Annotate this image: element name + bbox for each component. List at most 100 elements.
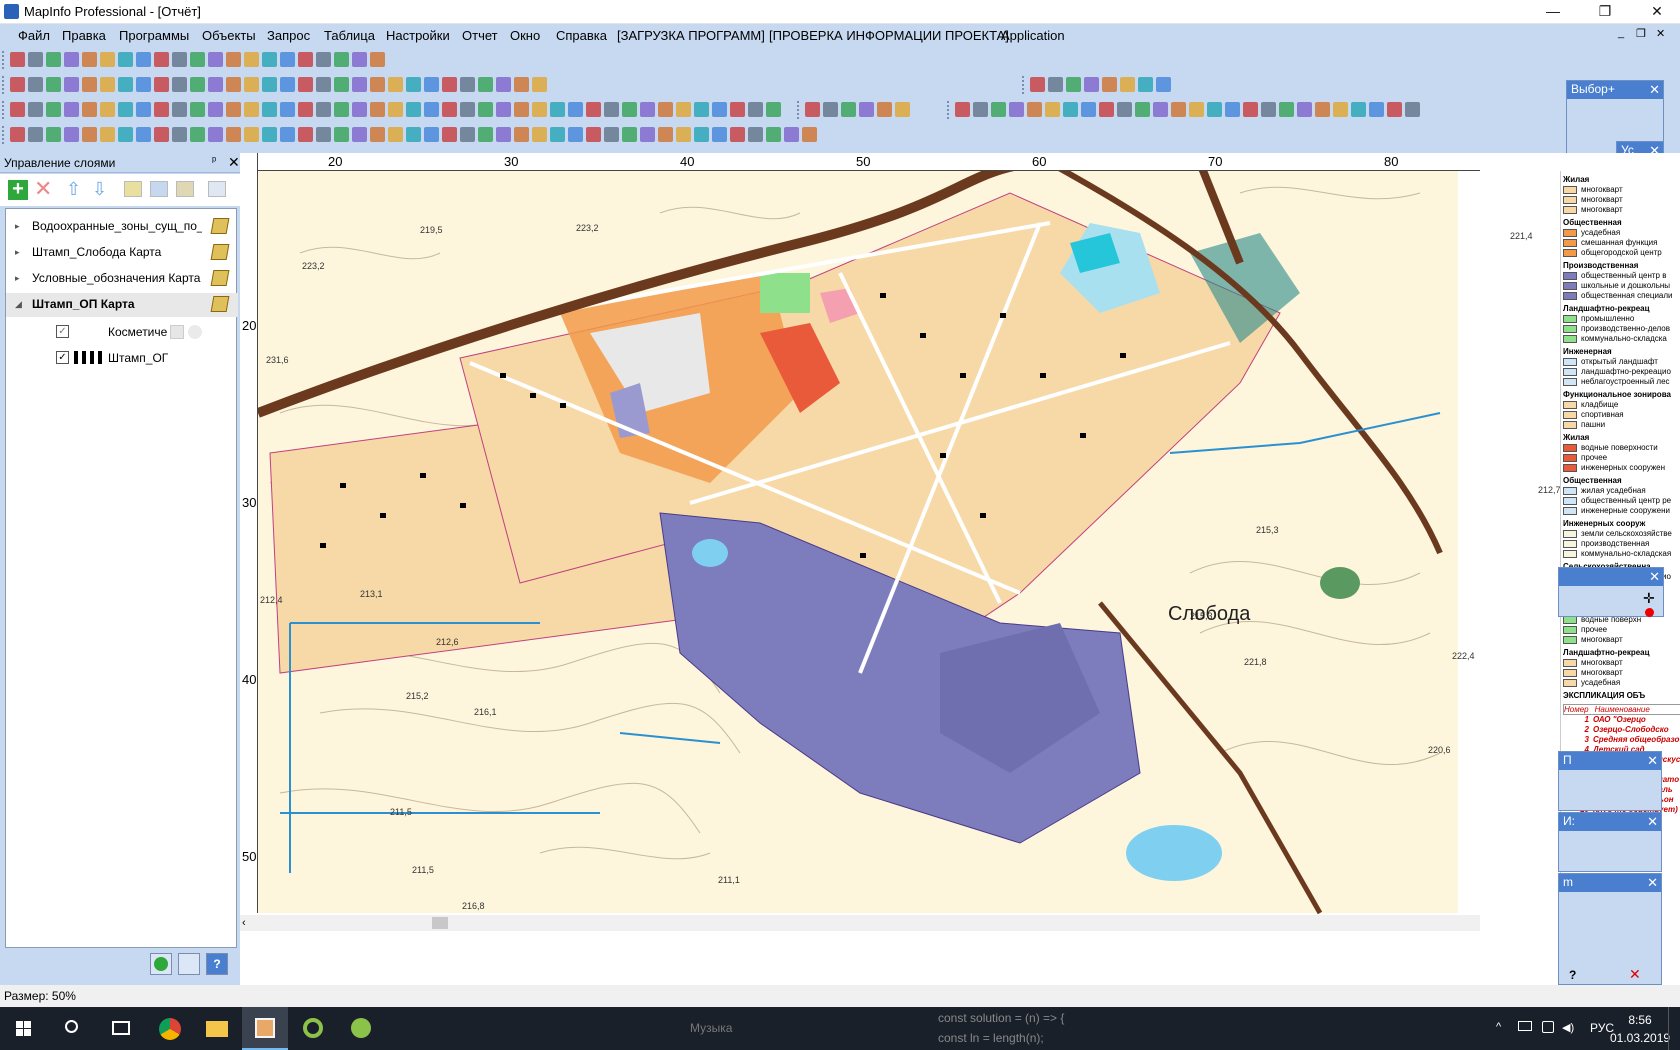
toolbar-tool-icon[interactable] bbox=[1027, 102, 1042, 117]
qgis-icon[interactable] bbox=[290, 1007, 336, 1050]
toolbar-tool-icon[interactable] bbox=[805, 102, 820, 117]
toolbar-tool-icon[interactable] bbox=[352, 127, 367, 142]
toolbar-tool-icon[interactable] bbox=[640, 127, 655, 142]
toolbar-tool-icon[interactable] bbox=[424, 102, 439, 117]
toolbar-tool-icon[interactable] bbox=[352, 77, 367, 92]
toolbar-tool-icon[interactable] bbox=[10, 52, 25, 67]
toolbar-tool-icon[interactable] bbox=[208, 127, 223, 142]
toolbar-tool-icon[interactable] bbox=[1063, 102, 1078, 117]
toolbar-tool-icon[interactable] bbox=[100, 77, 115, 92]
menu-programs[interactable]: Программы bbox=[119, 28, 189, 43]
mdi-close-button[interactable]: ✕ bbox=[1656, 27, 1665, 40]
toolbar-tool-icon[interactable] bbox=[46, 52, 61, 67]
toolbar-tool-icon[interactable] bbox=[46, 102, 61, 117]
toolbar-tool-icon[interactable] bbox=[406, 102, 421, 117]
toolbar-tool-icon[interactable] bbox=[352, 102, 367, 117]
mdi-restore-button[interactable]: ❐ bbox=[1636, 27, 1646, 40]
toolbar-tool-icon[interactable] bbox=[748, 127, 763, 142]
layer-edit-icon[interactable] bbox=[210, 218, 230, 234]
toolbar-tool-icon[interactable] bbox=[406, 77, 421, 92]
toolbar-tool-icon[interactable] bbox=[1171, 102, 1186, 117]
toolbar-tool-icon[interactable] bbox=[442, 102, 457, 117]
toolbar-tool-icon[interactable] bbox=[1084, 77, 1099, 92]
toolbar-tool-icon[interactable] bbox=[604, 102, 619, 117]
toolbar-tool-icon[interactable] bbox=[172, 77, 187, 92]
sublayer-edit-icon[interactable] bbox=[170, 325, 184, 339]
toolbar-tool-icon[interactable] bbox=[532, 102, 547, 117]
select-plus-close-icon[interactable]: ✕ bbox=[1649, 81, 1660, 98]
toolbar-tool-icon[interactable] bbox=[586, 127, 601, 142]
toolbar-grip[interactable] bbox=[2, 126, 6, 144]
toolbar-tool-icon[interactable] bbox=[1405, 102, 1420, 117]
toolbar-tool-icon[interactable] bbox=[28, 127, 43, 142]
toolbar-tool-icon[interactable] bbox=[1189, 102, 1204, 117]
toolbar-tool-icon[interactable] bbox=[244, 52, 259, 67]
toolbar-tool-icon[interactable] bbox=[10, 102, 25, 117]
toolbar-tool-icon[interactable] bbox=[1081, 102, 1096, 117]
toolbar-tool-icon[interactable] bbox=[1207, 102, 1222, 117]
toolbar-tool-icon[interactable] bbox=[118, 102, 133, 117]
expand-icon[interactable]: ▸ bbox=[15, 247, 20, 258]
layer-edit-icon[interactable] bbox=[210, 244, 230, 260]
toolbar-grip[interactable] bbox=[1022, 76, 1026, 94]
toolbar-tool-icon[interactable] bbox=[1135, 102, 1150, 117]
menu-check-project[interactable]: [ПРОВЕРКА ИНФОРМАЦИИ ПРОЕКТА] bbox=[769, 28, 1009, 43]
toolbar-tool-icon[interactable] bbox=[568, 102, 583, 117]
menu-query[interactable]: Запрос bbox=[267, 28, 310, 43]
expand-icon[interactable]: ▸ bbox=[15, 273, 20, 284]
toolbar-tool-icon[interactable] bbox=[136, 77, 151, 92]
toolbar-tool-icon[interactable] bbox=[1120, 77, 1135, 92]
menu-window[interactable]: Окно bbox=[510, 28, 540, 43]
toolbar-tool-icon[interactable] bbox=[118, 77, 133, 92]
toolbar-tool-icon[interactable] bbox=[802, 127, 817, 142]
toolbar-tool-icon[interactable] bbox=[604, 127, 619, 142]
mapinfo-taskbar-icon[interactable] bbox=[242, 1007, 288, 1050]
toolbar-tool-icon[interactable] bbox=[694, 102, 709, 117]
sublayer-item[interactable]: ✓ Косметиче bbox=[54, 321, 234, 343]
toolbar-tool-icon[interactable] bbox=[100, 52, 115, 67]
toolbar-tool-icon[interactable] bbox=[190, 127, 205, 142]
toolbar-grip[interactable] bbox=[797, 101, 801, 119]
layer-edit-icon[interactable] bbox=[210, 270, 230, 286]
toolbar-tool-icon[interactable] bbox=[1351, 102, 1366, 117]
toolbar-tool-icon[interactable] bbox=[208, 77, 223, 92]
toolbar-tool-icon[interactable] bbox=[568, 127, 583, 142]
toolbar-tool-icon[interactable] bbox=[1297, 102, 1312, 117]
toolbar-tool-icon[interactable] bbox=[154, 127, 169, 142]
toolbar-tool-icon[interactable] bbox=[730, 102, 745, 117]
help-button[interactable]: ? bbox=[206, 953, 228, 975]
toolbar-tool-icon[interactable] bbox=[244, 77, 259, 92]
volume-icon[interactable]: ◀) bbox=[1562, 1021, 1574, 1034]
toolbar-tool-icon[interactable] bbox=[550, 127, 565, 142]
sublayer-item[interactable]: ✓ Штамп_ОГ bbox=[54, 347, 234, 369]
toolbar-tool-icon[interactable] bbox=[1102, 77, 1117, 92]
toolbar-tool-icon[interactable] bbox=[1153, 102, 1168, 117]
toolbar-tool-icon[interactable] bbox=[244, 102, 259, 117]
expand-icon[interactable]: ▸ bbox=[15, 221, 20, 232]
map-window[interactable]: 20 30 40 50 60 70 80 20 30 40 50 219,5 223,2 223,2 2… bbox=[240, 153, 1680, 985]
toolbar-tool-icon[interactable] bbox=[496, 127, 511, 142]
menu-file[interactable]: Файл bbox=[18, 28, 50, 43]
toolbar-tool-icon[interactable] bbox=[244, 127, 259, 142]
toolbar-tool-icon[interactable] bbox=[334, 127, 349, 142]
toolbar-grip[interactable] bbox=[2, 51, 6, 69]
toolbar-tool-icon[interactable] bbox=[208, 102, 223, 117]
move-down-icon[interactable]: ⇩ bbox=[92, 179, 107, 200]
pin-icon[interactable]: ᵖ bbox=[212, 155, 216, 167]
sublayer-select-icon[interactable] bbox=[188, 325, 202, 339]
horizontal-scrollbar[interactable]: ‹ bbox=[240, 915, 1480, 931]
file-explorer-icon[interactable] bbox=[194, 1007, 240, 1050]
i-palette-close-icon[interactable]: ✕ bbox=[1647, 813, 1658, 830]
toolbar-tool-icon[interactable] bbox=[1045, 102, 1060, 117]
toolbar-tool-icon[interactable] bbox=[226, 127, 241, 142]
toolbar-tool-icon[interactable] bbox=[496, 77, 511, 92]
toolbar-tool-icon[interactable] bbox=[82, 52, 97, 67]
toolbar-tool-icon[interactable] bbox=[316, 52, 331, 67]
layer-label-icon[interactable] bbox=[176, 181, 194, 197]
toolbar-tool-icon[interactable] bbox=[118, 52, 133, 67]
toolbar-tool-icon[interactable] bbox=[262, 77, 277, 92]
toolbar-tool-icon[interactable] bbox=[766, 127, 781, 142]
toolbar-tool-icon[interactable] bbox=[1117, 102, 1132, 117]
toolbar-tool-icon[interactable] bbox=[28, 102, 43, 117]
toolbar-tool-icon[interactable] bbox=[1333, 102, 1348, 117]
